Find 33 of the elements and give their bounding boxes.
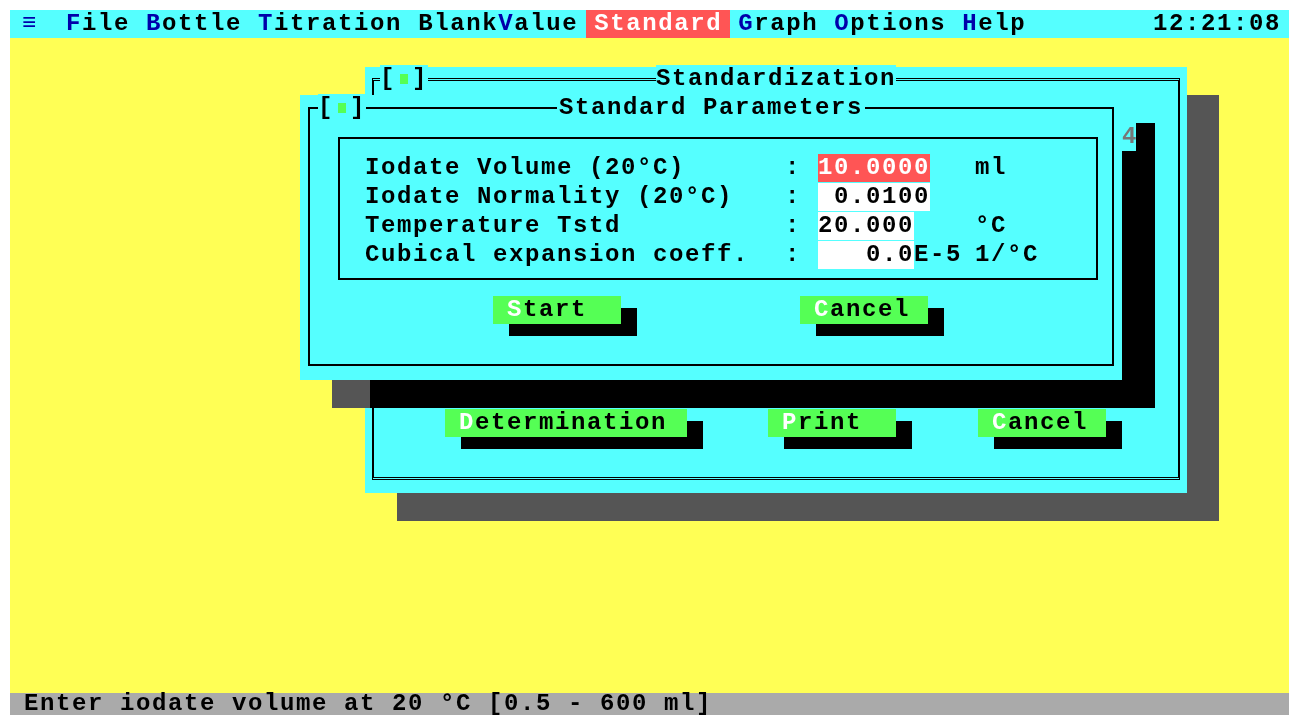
- unit-label: °C: [975, 211, 1007, 240]
- menu-item[interactable]: File: [58, 10, 139, 38]
- start-button[interactable]: Start: [493, 296, 621, 324]
- colon: :: [785, 240, 802, 269]
- exponent-text: E-5: [914, 240, 962, 269]
- unit-label: ml: [975, 153, 1007, 182]
- input-field[interactable]: 0.0: [818, 240, 914, 269]
- menu-item[interactable]: Help: [954, 10, 1035, 38]
- status-text: Enter iodate volume at 20 °C [0.5 - 600 ml]: [24, 693, 714, 715]
- clock: 12:21:08: [1152, 10, 1281, 38]
- print-button[interactable]: Print: [768, 409, 896, 437]
- cancel-button[interactable]: Cancel: [800, 296, 928, 324]
- field-label: Iodate Normality (20°C): [365, 182, 735, 211]
- partial-text: 4: [1122, 123, 1136, 151]
- unit-label: 1/°C: [975, 240, 1039, 269]
- close-button[interactable]: [ ]: [380, 65, 429, 93]
- menu-item[interactable]: Titration: [250, 10, 411, 38]
- cancel-button[interactable]: Cancel: [978, 409, 1106, 437]
- field-label: Iodate Volume (20°C): [365, 153, 687, 182]
- menu-item[interactable]: Graph: [730, 10, 827, 38]
- field-label: Temperature Tstd: [365, 211, 623, 240]
- colon: :: [785, 211, 802, 240]
- close-button[interactable]: [ ]: [318, 94, 367, 122]
- colon: :: [785, 153, 802, 182]
- input-field[interactable]: 0.0100: [818, 182, 930, 211]
- input-field[interactable]: 20.000: [818, 211, 914, 240]
- menu-item[interactable]: Bottle: [138, 10, 251, 38]
- menu-item[interactable]: BlankValue: [410, 10, 587, 38]
- colon: :: [785, 182, 802, 211]
- system-menu-icon[interactable]: ≡: [22, 10, 38, 38]
- determination-button[interactable]: Determination: [445, 409, 687, 437]
- menu-item[interactable]: Options: [826, 10, 955, 38]
- field-label: Cubical expansion coeff.: [365, 240, 751, 269]
